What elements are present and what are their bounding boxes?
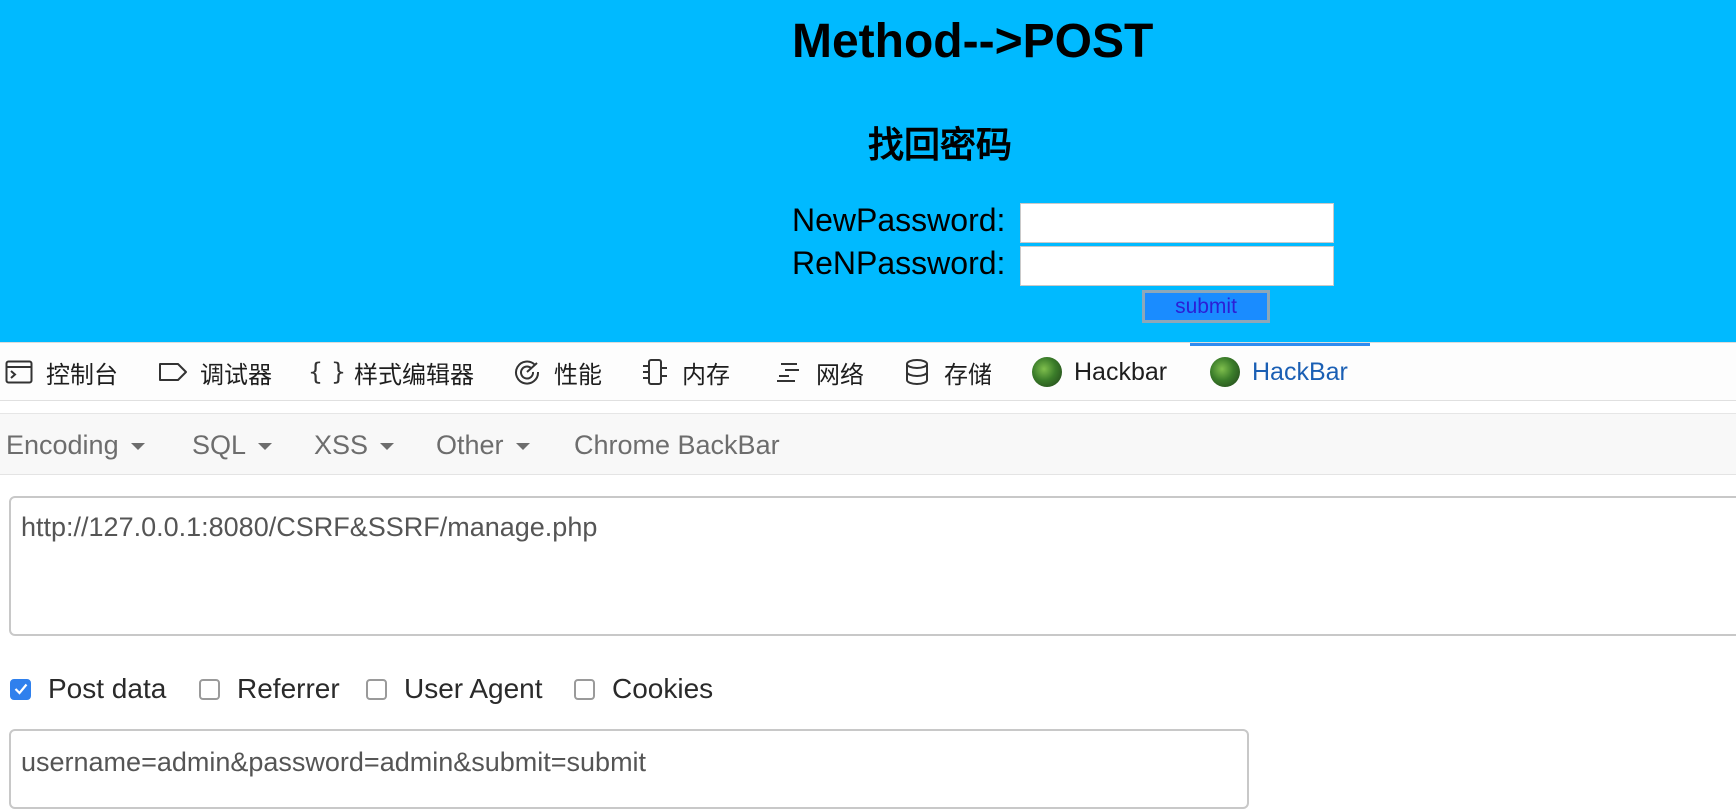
menu-label: Encoding (6, 430, 119, 460)
tab-console[interactable]: 控制台 (4, 343, 118, 401)
menu-label: SQL (192, 430, 247, 460)
tab-label: HackBar (1252, 357, 1348, 386)
re-password-label: ReNPassword: (792, 245, 1006, 281)
tab-style-editor[interactable]: { } 样式编辑器 (307, 343, 474, 401)
checkbox[interactable] (366, 678, 387, 700)
storage-icon (902, 357, 932, 387)
tab-debugger[interactable]: 调试器 (158, 343, 272, 401)
menu-chrome-backbar[interactable]: Chrome BackBar (574, 414, 780, 476)
tab-hackbar-active[interactable]: HackBar (1190, 343, 1370, 401)
style-editor-icon: { } (307, 358, 347, 386)
tab-performance[interactable]: 性能 (512, 343, 602, 401)
caret-down-icon (258, 443, 273, 451)
network-icon (774, 357, 804, 387)
menu-label: Other (436, 430, 504, 460)
option-label: User Agent (404, 673, 543, 704)
new-password-label: NewPassword: (792, 202, 1006, 238)
tab-label: 样式编辑器 (354, 360, 474, 389)
menu-label: Chrome BackBar (574, 430, 780, 460)
target-page: Method-->POST 找回密码 NewPassword: ReNPassw… (0, 0, 1736, 342)
tab-label: 调试器 (200, 360, 272, 389)
tab-label: 存储 (944, 360, 992, 389)
hackbar-icon (1032, 357, 1062, 387)
form-title: 找回密码 (868, 125, 1013, 166)
menu-label: XSS (314, 430, 369, 460)
new-password-input[interactable] (1020, 203, 1334, 243)
checkbox[interactable] (199, 678, 220, 700)
option-label: Referrer (237, 673, 340, 704)
tab-label: 内存 (682, 360, 730, 389)
method-heading: Method-->POST (792, 15, 1154, 68)
option-referrer[interactable]: Referrer (199, 672, 340, 706)
tab-label: 控制台 (46, 360, 118, 389)
tab-memory[interactable]: 内存 (640, 343, 730, 401)
menu-sql[interactable]: SQL (192, 414, 273, 476)
checkbox[interactable] (574, 678, 595, 700)
tab-hackbar[interactable]: Hackbar (1032, 343, 1167, 401)
tab-label: 网络 (816, 360, 864, 389)
option-label: Post data (48, 673, 167, 704)
devtools-tabbar: 控制台 调试器 { } 样式编辑器 性能 内存 网络 存储 Hackbar Ha… (0, 342, 1736, 401)
option-cookies[interactable]: Cookies (574, 672, 713, 706)
option-label: Cookies (612, 673, 714, 704)
option-post-data[interactable]: Post data (10, 672, 166, 706)
caret-down-icon (130, 443, 145, 451)
caret-down-icon (380, 443, 395, 451)
performance-icon (512, 357, 542, 387)
menu-xss[interactable]: XSS (314, 414, 395, 476)
debugger-icon (158, 357, 188, 387)
hackbar-icon (1210, 357, 1240, 387)
tab-label: Hackbar (1074, 357, 1168, 386)
tab-label: 性能 (554, 360, 602, 389)
checkmark-icon (14, 683, 27, 695)
tab-network[interactable]: 网络 (774, 343, 864, 401)
checkbox-checked[interactable] (10, 678, 31, 700)
url-value: http://127.0.0.1:8080/CSRF&SSRF/manage.p… (21, 512, 598, 542)
url-textarea[interactable]: http://127.0.0.1:8080/CSRF&SSRF/manage.p… (9, 496, 1736, 636)
hackbar-menubar: Encoding SQL XSS Other Chrome BackBar (0, 413, 1736, 475)
option-user-agent[interactable]: User Agent (366, 672, 543, 706)
menu-encoding[interactable]: Encoding (6, 414, 145, 476)
tab-storage[interactable]: 存储 (902, 343, 992, 401)
post-data-value: username=admin&password=admin&submit=sub… (21, 747, 647, 777)
post-data-textarea[interactable]: username=admin&password=admin&submit=sub… (9, 729, 1249, 809)
re-password-input[interactable] (1020, 246, 1334, 286)
memory-icon (640, 357, 670, 387)
caret-down-icon (515, 443, 530, 451)
menu-other[interactable]: Other (436, 414, 530, 476)
submit-button[interactable]: submit (1142, 290, 1270, 323)
console-icon (4, 357, 34, 387)
